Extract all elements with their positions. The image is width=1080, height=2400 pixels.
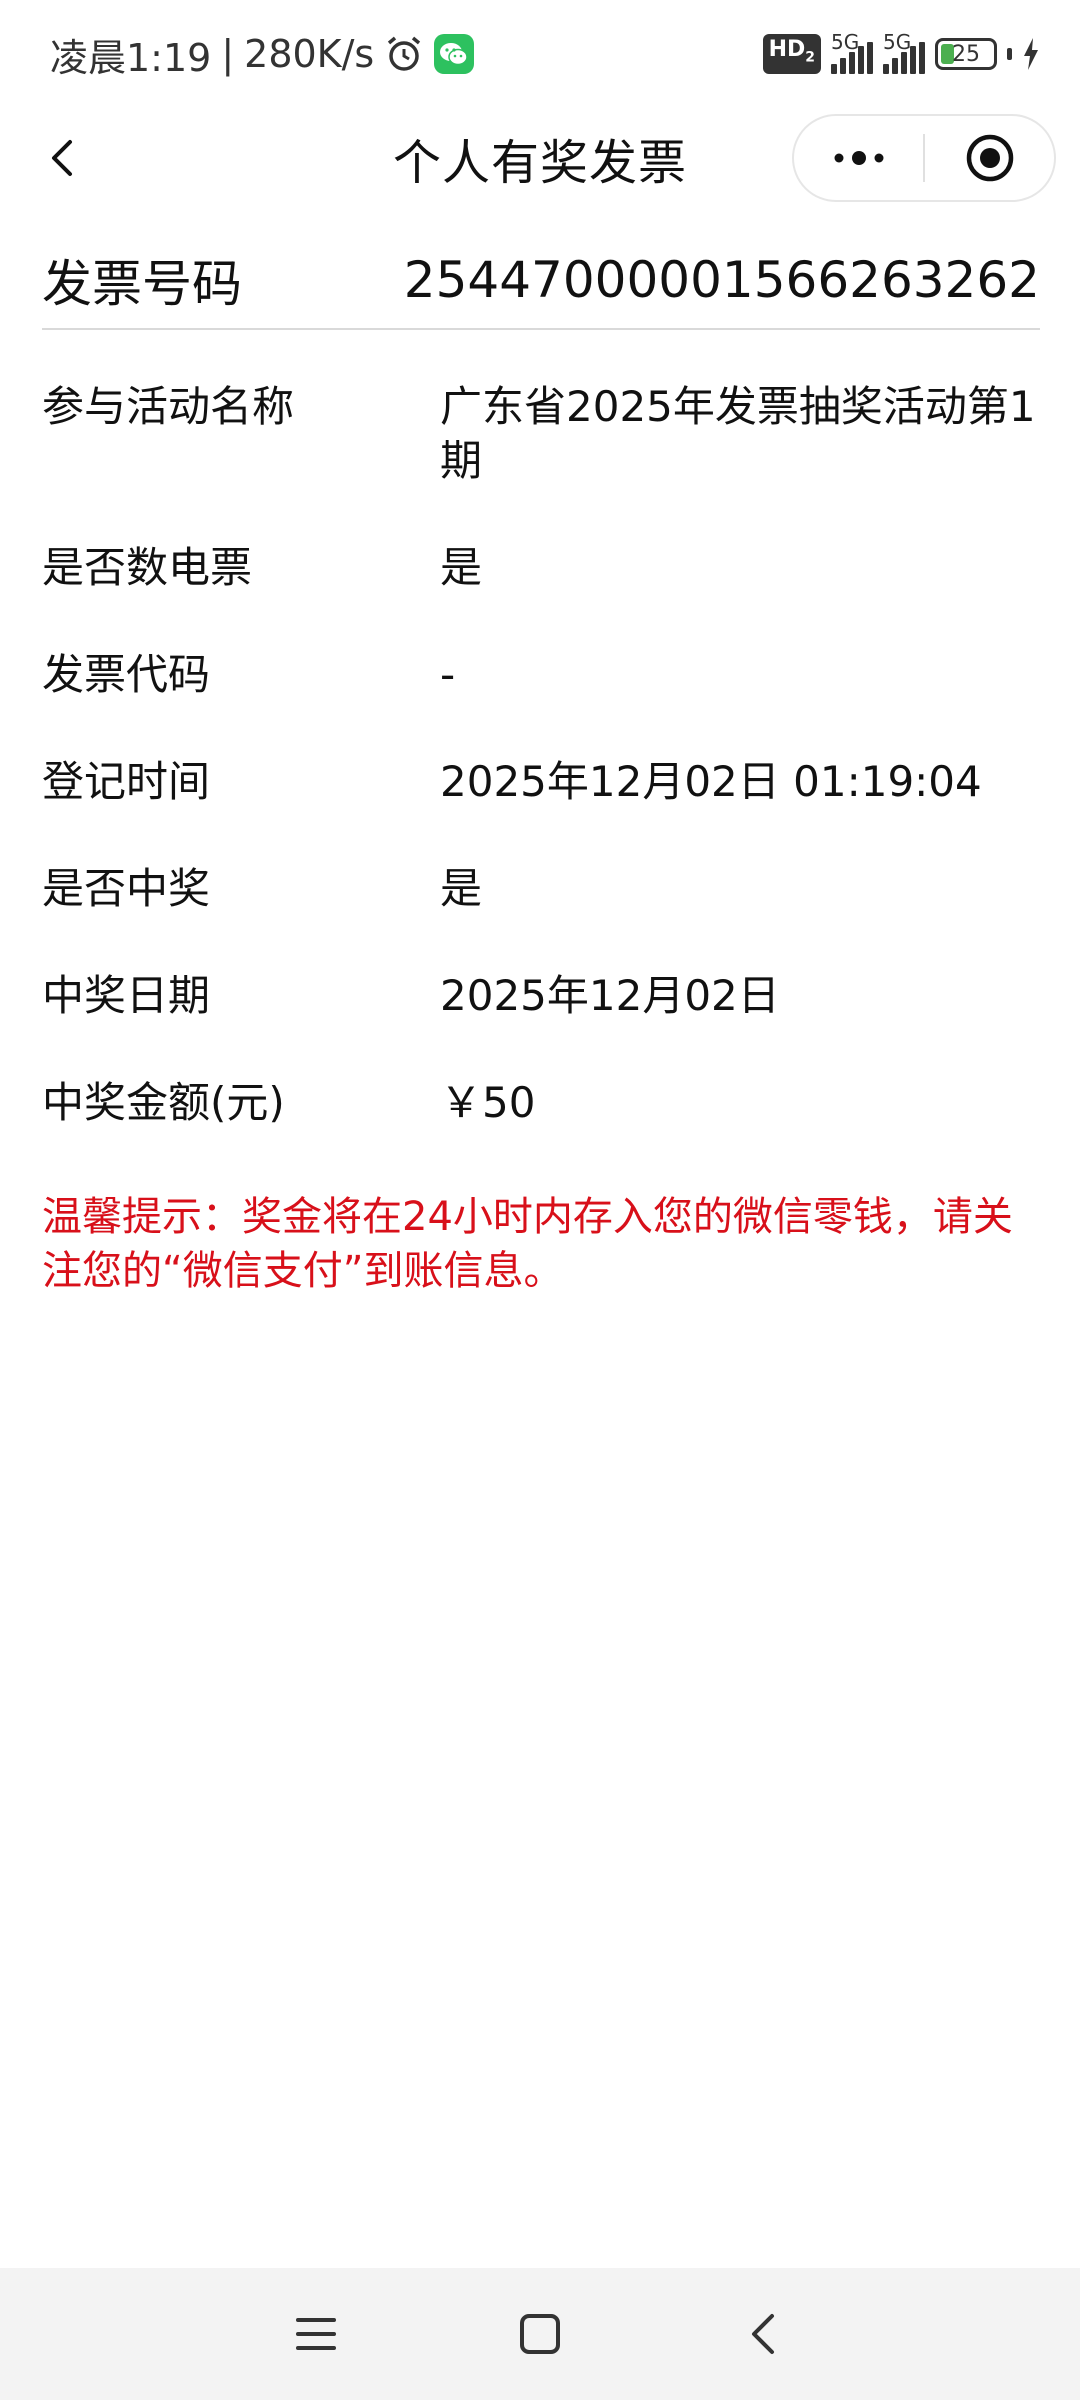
signal-sim1-icon: 5G [831,30,873,74]
alarm-icon [388,36,421,71]
close-mini-program-button[interactable] [925,116,1054,200]
detail-row-won: 是否中奖 是 [42,862,1040,916]
warm-tip-text: 温馨提示：奖金将在24小时内存入您的微信零钱，请关注您的“微信支付”到账信息。 [42,1194,1013,1294]
battery-tip [1007,48,1012,60]
more-dots-icon [834,151,883,165]
nav-menu-button[interactable] [284,2302,348,2366]
chevron-left-icon [752,2314,774,2354]
invoice-number-label: 发票号码 [42,255,242,313]
detail-label: 是否中奖 [42,864,211,913]
mini-program-capsule [792,114,1056,202]
status-right: HD2 5G 5G 25 [762,30,1040,74]
nav-home-button[interactable] [508,2302,572,2366]
detail-value: 2025年12月02日 [440,971,780,1020]
detail-value: 是 [440,864,483,913]
target-circle-icon [966,134,1013,182]
battery-level: 25 [952,41,980,67]
detail-row-digital-invoice: 是否数电票 是 [42,541,1040,595]
detail-value: ￥50 [440,1078,536,1127]
detail-row-win-date: 中奖日期 2025年12月02日 [42,969,1040,1023]
status-separator: | [221,32,235,76]
detail-label: 是否数电票 [42,543,253,592]
invoice-number-row: 发票号码 25447000001566263262 [42,232,1040,330]
detail-label: 登记时间 [42,757,211,806]
detail-value: 是 [440,543,483,592]
charging-icon [1024,38,1038,70]
invoice-details: 参与活动名称 广东省2025年发票抽奖活动第1期 是否数电票 是 发票代码 - … [42,380,1040,1183]
detail-label: 参与活动名称 [42,382,295,431]
hd-voice-badge: HD2 [762,34,821,74]
detail-label: 中奖日期 [42,971,211,1020]
nav-header: 个人有奖发票 [0,108,1080,208]
status-bar: 凌晨1:19 | 280K/s HD2 5G 5G 25 [0,0,1080,108]
detail-row-register-time: 登记时间 2025年12月02日 01:19:04 [42,755,1040,809]
chevron-left-icon[interactable] [40,134,88,182]
detail-label: 中奖金额(元) [42,1078,285,1127]
wechat-notification-icon [434,34,475,74]
detail-row-prize-amount: 中奖金额(元) ￥50 [42,1076,1040,1130]
detail-value: - [440,650,456,699]
nav-back-button[interactable] [732,2302,796,2366]
detail-row-invoice-code: 发票代码 - [42,648,1040,702]
battery-icon: 25 [935,38,997,70]
detail-value: 2025年12月02日 01:19:04 [440,757,982,806]
signal-sim2-icon: 5G [883,30,925,74]
more-button[interactable] [794,116,923,200]
invoice-number-value: 25447000001566263262 [403,251,1040,309]
detail-label: 发票代码 [42,650,211,699]
status-left: 凌晨1:19 | 280K/s [50,27,475,82]
detail-value: 广东省2025年发票抽奖活动第1期 [440,382,1036,485]
detail-row-activity: 参与活动名称 广东省2025年发票抽奖活动第1期 [42,380,1040,488]
menu-icon [296,2318,336,2350]
system-nav-bar [0,2268,1080,2400]
page-title: 个人有奖发票 [392,135,687,191]
status-time: 凌晨1:19 [50,35,212,80]
square-home-icon [520,2314,560,2354]
network-speed: 280K/s [244,32,375,76]
